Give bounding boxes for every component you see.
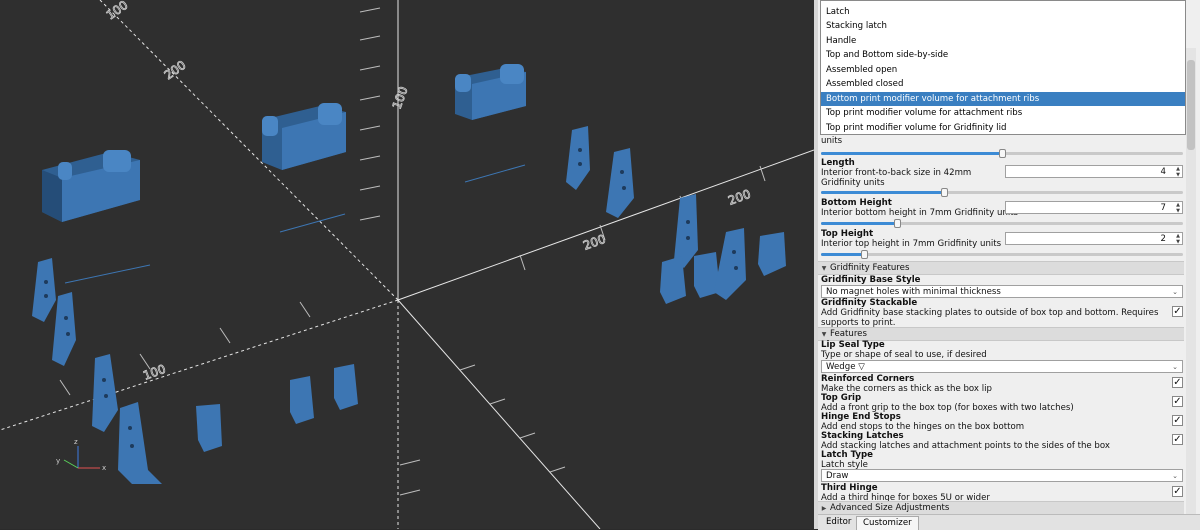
- chevron-down-icon: ⌄: [1172, 363, 1178, 371]
- panel-scrollbar[interactable]: [1186, 48, 1196, 514]
- dropdown-option[interactable]: Handle: [821, 34, 1185, 48]
- top-grip-checkbox[interactable]: ✓: [1172, 396, 1183, 407]
- collapse-triangle-icon: ▼: [821, 265, 827, 272]
- dropdown-option[interactable]: Bottom print modifier volume for attachm…: [821, 92, 1185, 106]
- reinforced-corners-checkbox[interactable]: ✓: [1172, 377, 1183, 388]
- y-axis-positive: [397, 299, 601, 529]
- param-gridfinity-base-style: Gridfinity Base Style: [821, 275, 1183, 285]
- group-features[interactable]: ▼ Features: [818, 327, 1184, 341]
- scrollbar-thumb[interactable]: [1187, 60, 1195, 150]
- length-spinbox[interactable]: 4 ▲ ▼: [1005, 165, 1183, 178]
- dropdown-option[interactable]: Assembled closed: [821, 77, 1185, 91]
- third-hinge-checkbox[interactable]: ✓: [1172, 486, 1183, 497]
- lip-seal-type-select[interactable]: Wedge ▽ ⌄: [821, 360, 1183, 373]
- x-axis-positive: [397, 149, 814, 301]
- bottom-height-spinbox[interactable]: 7 ▲ ▼: [1005, 201, 1183, 214]
- gizmo-label: y: [56, 457, 60, 465]
- gizmo-label: x: [102, 464, 106, 472]
- param-name: Lip Seal Type: [821, 340, 885, 350]
- param-desc: Add Gridfinity base stacking plates to o…: [821, 308, 1159, 328]
- axis-label: 100: [390, 85, 411, 111]
- y-axis-negative: [99, 0, 399, 301]
- gridfinity-stackable-checkbox[interactable]: ✓: [1172, 306, 1183, 317]
- param-name: Gridfinity Base Style: [821, 275, 921, 285]
- panel-tabs: Editor Customizer: [818, 514, 1200, 530]
- axis-ticks: [59, 7, 766, 496]
- scene-svg: 100 200 100 200 100 200 z y x: [0, 0, 814, 529]
- dropdown-option[interactable]: Top and Bottom side-by-side: [821, 48, 1185, 62]
- param-gridfinity-stackable: Gridfinity Stackable Add Gridfinity base…: [821, 298, 1183, 328]
- tab-editor[interactable]: Editor: [820, 516, 857, 529]
- dropdown-option[interactable]: Latch: [821, 5, 1185, 19]
- axis-label: 200: [726, 187, 752, 208]
- param-hinge-end-stops: Hinge End Stops Add end stops to the hin…: [821, 412, 1025, 432]
- param-third-hinge: Third Hinge Add a third hinge for boxes …: [821, 483, 990, 503]
- part-select-dropdown[interactable]: Latch Stacking latch Handle Top and Bott…: [820, 0, 1186, 135]
- param-width: units: [821, 136, 1183, 146]
- param-top-grip: Top Grip Add a front grip to the box top…: [821, 393, 1074, 413]
- param-latch-type: Latch Type Latch style: [821, 450, 874, 470]
- axis-label: 200: [581, 232, 607, 253]
- axis-label: 200: [162, 58, 189, 83]
- dropdown-option[interactable]: Top print modifier volume for Gridfinity…: [821, 121, 1185, 135]
- bottom-height-slider[interactable]: [821, 219, 1183, 228]
- top-height-slider[interactable]: [821, 250, 1183, 259]
- stacking-latches-checkbox[interactable]: ✓: [1172, 434, 1183, 445]
- axis-label: 100: [104, 0, 131, 22]
- gizmo-label: z: [74, 438, 78, 446]
- orientation-gizmo: z y x: [56, 438, 106, 472]
- param-reinforced-corners: Reinforced Corners Make the corners as t…: [821, 374, 992, 394]
- hinge-end-stops-checkbox[interactable]: ✓: [1172, 415, 1183, 426]
- latch-parts[interactable]: [32, 126, 786, 484]
- box-part[interactable]: [262, 103, 346, 170]
- gridfinity-base-style-select[interactable]: No magnet holes with minimal thickness ⌄: [821, 285, 1183, 298]
- param-desc: Interior front-to-back size in 42mm Grid…: [821, 168, 972, 188]
- axis-label: 100: [141, 362, 167, 383]
- tab-customizer[interactable]: Customizer: [856, 516, 919, 530]
- latch-holes: [44, 148, 738, 448]
- dropdown-option[interactable]: Top print modifier volume for attachment…: [821, 106, 1185, 120]
- dropdown-option[interactable]: Stacking latch: [821, 19, 1185, 33]
- latch-type-select[interactable]: Draw ⌄: [821, 469, 1183, 482]
- box-part[interactable]: [455, 64, 526, 120]
- 3d-viewport[interactable]: 100 200 100 200 100 200 z y x: [0, 0, 814, 529]
- param-desc: units: [821, 136, 843, 146]
- group-advanced-size-adjustments[interactable]: ▶ Advanced Size Adjustments: [818, 501, 1184, 515]
- chevron-down-icon: ⌄: [1172, 472, 1178, 480]
- param-desc: Type or shape of seal to use, if desired: [821, 350, 987, 360]
- length-slider[interactable]: [821, 188, 1183, 197]
- top-height-spinbox[interactable]: 2 ▲ ▼: [1005, 232, 1183, 245]
- width-slider[interactable]: [821, 149, 1183, 158]
- param-name: Gridfinity Stackable: [821, 298, 918, 308]
- param-lip-seal-type: Lip Seal Type Type or shape of seal to u…: [821, 340, 1183, 360]
- group-gridfinity-features[interactable]: ▼ Gridfinity Features: [818, 261, 1184, 275]
- box-part[interactable]: [42, 150, 140, 222]
- dropdown-option[interactable]: Assembled open: [821, 63, 1185, 77]
- chevron-down-icon: ⌄: [1172, 288, 1178, 296]
- param-stacking-latches: Stacking Latches Add stacking latches an…: [821, 431, 1110, 451]
